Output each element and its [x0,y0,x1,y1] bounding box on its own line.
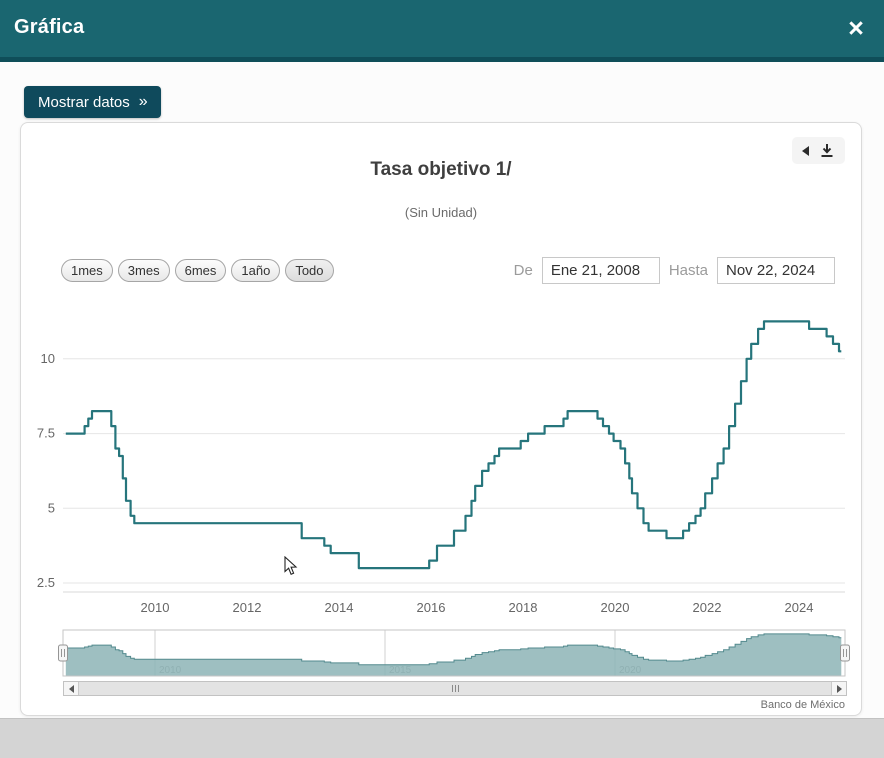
svg-text:2024: 2024 [785,600,814,615]
navigator[interactable]: 201020152020 [27,627,853,681]
page: Gráfica × Mostrar datos » Tasa objetivo … [0,0,884,758]
chart-credit: Banco de México [760,699,845,711]
range-button-3mes[interactable]: 3mes [117,259,170,282]
date-from-label: De [513,262,533,279]
svg-text:2020: 2020 [601,600,630,615]
svg-text:2018: 2018 [509,600,538,615]
range-buttons: 1mes 3mes 6mes 1año Todo [61,259,334,282]
svg-text:2012: 2012 [233,600,262,615]
navigator-area [65,633,842,676]
right-arrow-icon [836,684,842,693]
navigator-left-handle[interactable] [58,644,68,662]
svg-text:2014: 2014 [325,600,354,615]
chart-card: Tasa objetivo 1/ (Sin Unidad) 1mes 3mes … [20,122,862,716]
range-button-todo[interactable]: Todo [285,259,334,282]
chart-scrollbar[interactable] [63,681,847,696]
scrollbar-right-arrow[interactable] [831,682,846,695]
date-controls: De Hasta [514,257,835,284]
svg-text:5: 5 [48,500,55,515]
svg-text:10: 10 [41,351,55,366]
navigator-right-handle[interactable] [840,644,850,662]
collapse-arrow-icon[interactable] [802,145,809,156]
show-data-button[interactable]: Mostrar datos » [24,86,161,118]
download-button[interactable] [819,143,835,158]
show-data-label: Mostrar datos [38,93,130,111]
left-arrow-icon [68,684,74,693]
modal-title: Gráfica [14,16,85,38]
controls-row: 1mes 3mes 6mes 1año Todo De Hasta [61,257,835,284]
download-icon [821,144,833,157]
svg-text:2022: 2022 [693,600,722,615]
main-chart[interactable]: 2.5 5 7.5 10 2010 2012 2014 2016 2018 2020 2022 202… [27,299,853,621]
double-chevron-right-icon: » [138,93,148,110]
modal-header: Gráfica × [0,0,884,62]
close-button[interactable]: × [838,8,874,48]
range-button-1ano[interactable]: 1año [231,259,281,282]
chart-subtitle: (Sin Unidad) [404,205,478,220]
date-from-input[interactable] [541,257,660,284]
chart-title: Tasa objetivo 1/ [370,159,512,180]
svg-text:7.5: 7.5 [37,426,55,441]
range-button-1mes[interactable]: 1mes [61,259,113,282]
date-to-label: Hasta [668,262,708,279]
svg-text:2.5: 2.5 [37,575,55,590]
scrollbar-grip-icon [451,685,459,692]
scrollbar-left-arrow[interactable] [64,682,79,695]
modal-body: Mostrar datos » Tasa objetivo 1/ (Sin Un… [0,62,884,718]
range-button-6mes[interactable]: 6mes [174,259,227,282]
svg-text:2016: 2016 [417,600,446,615]
page-background-strip [0,718,884,758]
date-to-input[interactable] [717,257,835,284]
scrollbar-thumb[interactable] [79,682,831,695]
svg-text:2010: 2010 [141,600,170,615]
